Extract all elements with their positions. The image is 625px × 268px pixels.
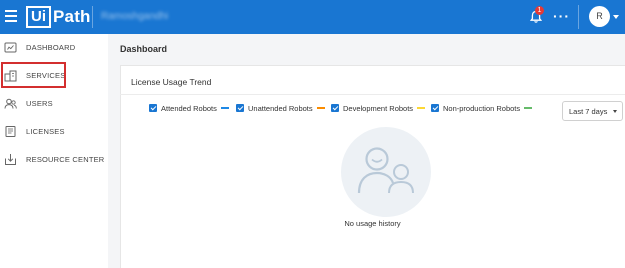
hamburger-line — [5, 20, 17, 22]
legend-line-swatch — [417, 107, 426, 109]
users-icon — [357, 147, 414, 194]
hamburger-line — [5, 15, 17, 17]
logo-box: Ui — [26, 6, 51, 28]
hamburger-menu-icon[interactable] — [5, 10, 17, 22]
checkbox[interactable] — [149, 104, 157, 112]
card-divider — [120, 94, 625, 95]
sidebar-item-resource-center[interactable]: RESOURCE CENTER — [0, 146, 108, 172]
legend-line-swatch — [524, 107, 533, 109]
sidebar-item-label: LICENSES — [26, 126, 65, 136]
tenant-name[interactable]: Ramoshgandhi — [101, 11, 168, 22]
legend-non-production-robots[interactable]: Non-production Robots — [431, 103, 533, 113]
chevron-down-icon[interactable] — [613, 15, 619, 19]
logo-text: Path — [53, 7, 91, 26]
legend-attended-robots[interactable]: Attended Robots — [149, 103, 229, 113]
legend-label: Non-production Robots — [443, 103, 521, 113]
hamburger-line — [5, 10, 17, 12]
chevron-down-icon — [613, 110, 617, 113]
period-select-value: Last 7 days — [569, 107, 608, 116]
period-select[interactable]: Last 7 days — [562, 101, 623, 121]
legend-line-swatch — [220, 107, 229, 109]
notification-badge: 1 — [535, 6, 544, 15]
sidebar-item-dashboard[interactable]: DASHBOARD — [0, 34, 108, 60]
uipath-logo[interactable]: Ui Path — [26, 6, 91, 28]
no-data-illustration — [341, 127, 431, 217]
header-divider — [578, 5, 579, 29]
checkbox[interactable] — [331, 104, 339, 112]
sidebar-item-label: RESOURCE CENTER — [26, 154, 105, 164]
resource-center-icon — [5, 153, 16, 165]
header-divider — [92, 6, 93, 28]
empty-state-message: No usage history — [344, 219, 401, 228]
sidebar-item-label: USERS — [26, 98, 53, 108]
checkbox[interactable] — [236, 104, 244, 112]
checkbox[interactable] — [431, 104, 439, 112]
highlight-box — [1, 62, 66, 88]
legend-label: Unattended Robots — [248, 103, 313, 113]
legend-development-robots[interactable]: Development Robots — [331, 103, 426, 113]
legend-line-swatch — [316, 107, 325, 109]
users-icon — [4, 98, 17, 109]
sidebar-item-licenses[interactable]: LICENSES — [0, 118, 108, 144]
card-title: License Usage Trend — [131, 77, 212, 87]
legend-unattended-robots[interactable]: Unattended Robots — [236, 103, 325, 113]
dashboard-icon — [4, 42, 17, 52]
page-title: Dashboard — [120, 44, 168, 54]
legend-label: Attended Robots — [161, 103, 217, 113]
legend-label: Development Robots — [343, 103, 414, 113]
more-options-icon[interactable]: ··· — [553, 8, 570, 24]
sidebar-item-users[interactable]: USERS — [0, 90, 108, 116]
avatar[interactable]: R — [589, 6, 610, 27]
licenses-icon — [5, 125, 16, 137]
sidebar-item-label: DASHBOARD — [26, 42, 76, 52]
